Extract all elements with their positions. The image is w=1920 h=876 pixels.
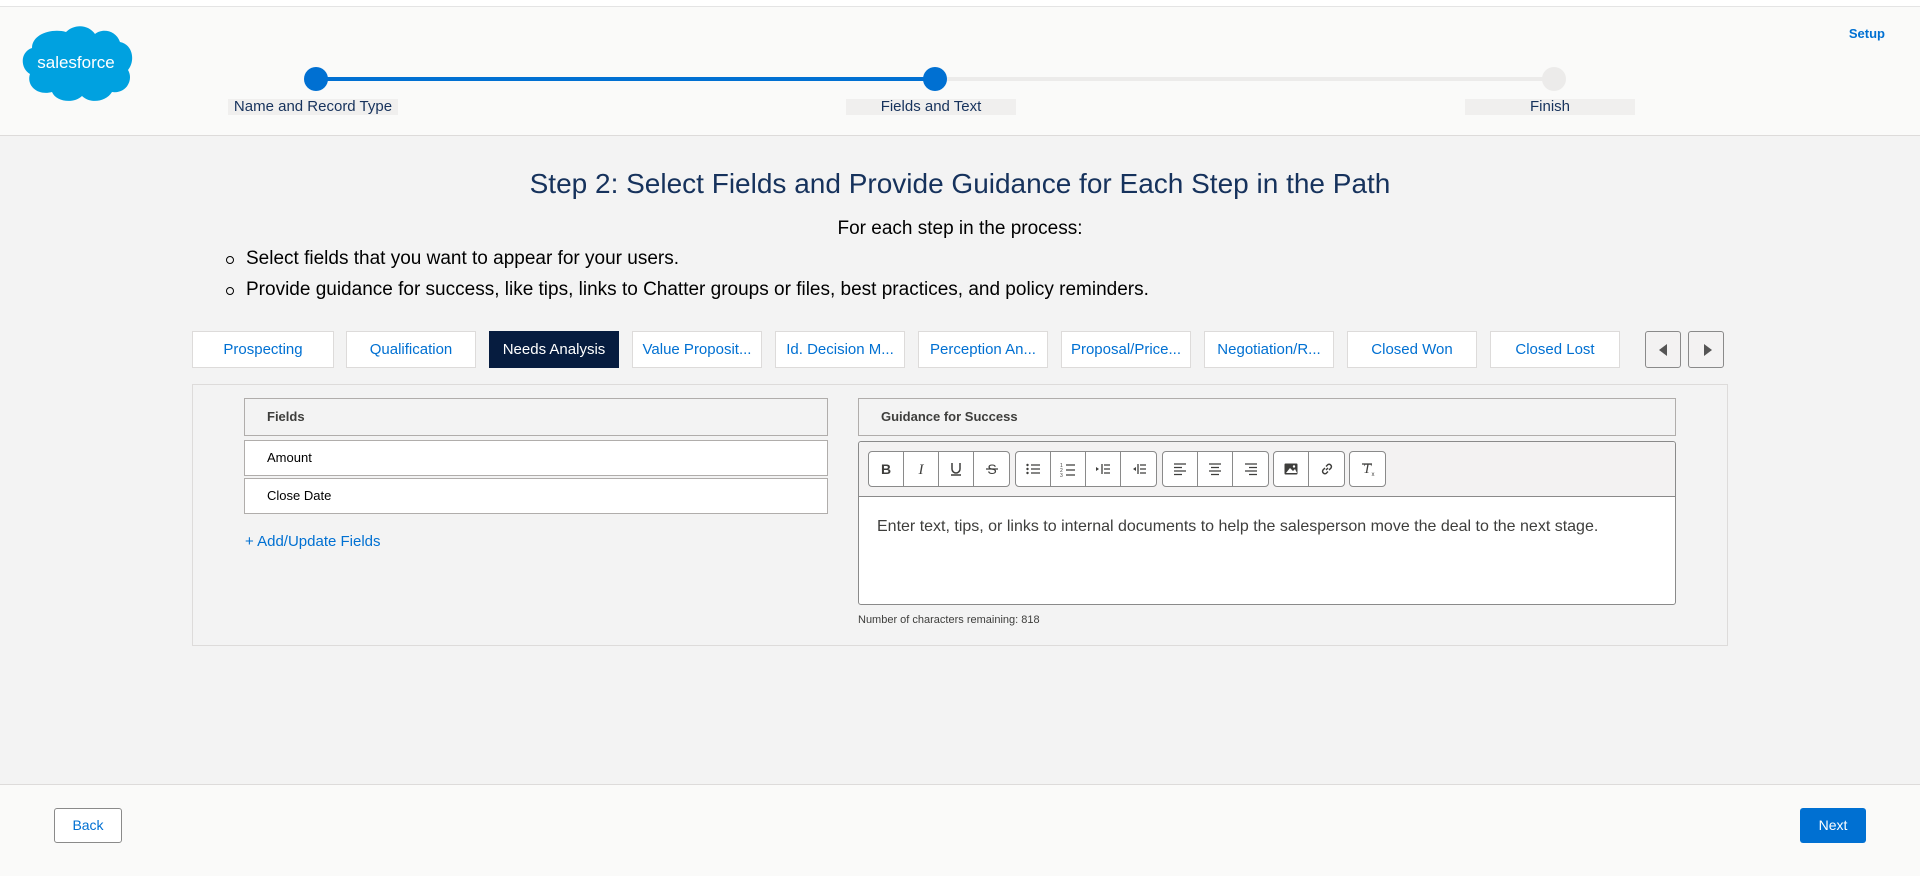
guidance-text-placeholder[interactable]: Enter text, tips, or links to internal d… (877, 518, 1598, 536)
step-1-marker[interactable] (304, 67, 328, 91)
page-subtitle: For each step in the process: (837, 218, 1083, 239)
svg-text:B: B (881, 461, 891, 477)
progress-fill (316, 77, 935, 81)
bulleted-list-icon[interactable] (1016, 452, 1051, 486)
page-footer (0, 784, 1920, 876)
tab-qualification[interactable]: Qualification (346, 331, 476, 368)
numbered-list-icon[interactable]: 123 (1051, 452, 1086, 486)
guidance-editor[interactable]: B I S 123 Tx Enter text, tips, or links … (858, 441, 1676, 605)
step-3-marker (1542, 67, 1566, 91)
italic-icon[interactable]: I (904, 452, 939, 486)
image-icon[interactable] (1274, 452, 1309, 486)
tab-id-decision-makers[interactable]: Id. Decision M... (775, 331, 905, 368)
instruction-item: Provide guidance for success, like tips,… (222, 277, 1149, 308)
step-label-fields-and-text: Fields and Text (846, 99, 1016, 115)
chevron-left-icon (1659, 344, 1667, 356)
add-update-fields-link[interactable]: + Add/Update Fields (245, 533, 381, 550)
svg-text:x: x (1371, 472, 1374, 477)
link-icon[interactable] (1309, 452, 1344, 486)
rich-text-toolbar: B I S 123 Tx (859, 442, 1675, 497)
align-left-icon[interactable] (1163, 452, 1198, 486)
strikethrough-icon[interactable]: S (974, 452, 1009, 486)
chevron-right-icon (1704, 344, 1712, 356)
underline-icon[interactable] (939, 452, 974, 486)
instruction-item: Select fields that you want to appear fo… (222, 246, 1149, 277)
insert-group (1273, 451, 1345, 487)
tab-proposal-price-quote[interactable]: Proposal/Price... (1061, 331, 1191, 368)
guidance-header: Guidance for Success (858, 398, 1676, 436)
clear-group: Tx (1349, 451, 1386, 487)
tabs-next-button[interactable] (1688, 331, 1724, 368)
field-row-amount[interactable]: Amount (244, 440, 828, 476)
setup-link[interactable]: Setup (1849, 26, 1885, 41)
clear-formatting-icon[interactable]: Tx (1350, 452, 1385, 486)
tabs-prev-button[interactable] (1645, 331, 1681, 368)
tab-closed-lost[interactable]: Closed Lost (1490, 331, 1620, 368)
step-label-finish: Finish (1465, 99, 1635, 115)
text-style-group: B I S (868, 451, 1010, 487)
field-row-close-date[interactable]: Close Date (244, 478, 828, 514)
fields-header: Fields (244, 398, 828, 436)
tab-needs-analysis[interactable]: Needs Analysis (489, 331, 619, 368)
svg-text:3: 3 (1060, 473, 1063, 477)
align-center-icon[interactable] (1198, 452, 1233, 486)
tab-closed-won[interactable]: Closed Won (1347, 331, 1477, 368)
tab-value-proposition[interactable]: Value Proposit... (632, 331, 762, 368)
step-label-name-and-record-type: Name and Record Type (228, 99, 398, 115)
page-header: salesforce Setup Name and Record Type Fi… (0, 7, 1920, 136)
instruction-list: Select fields that you want to appear fo… (222, 246, 1149, 308)
next-button[interactable]: Next (1800, 808, 1866, 843)
character-count: Number of characters remaining: 818 (858, 614, 1040, 626)
tab-prospecting[interactable]: Prospecting (192, 331, 334, 368)
indent-icon[interactable] (1086, 452, 1121, 486)
alignment-group (1162, 451, 1269, 487)
page-title: Step 2: Select Fields and Provide Guidan… (529, 168, 1391, 199)
tab-negotiation-review[interactable]: Negotiation/R... (1204, 331, 1334, 368)
svg-text:salesforce: salesforce (37, 53, 114, 72)
top-border (0, 0, 1920, 7)
salesforce-logo: salesforce (22, 26, 133, 101)
back-button[interactable]: Back (54, 808, 122, 843)
step-2-marker[interactable] (923, 67, 947, 91)
align-right-icon[interactable] (1233, 452, 1268, 486)
tab-perception-analysis[interactable]: Perception An... (918, 331, 1048, 368)
outdent-icon[interactable] (1121, 452, 1156, 486)
bold-icon[interactable]: B (869, 452, 904, 486)
list-group: 123 (1015, 451, 1157, 487)
svg-text:I: I (918, 462, 925, 477)
